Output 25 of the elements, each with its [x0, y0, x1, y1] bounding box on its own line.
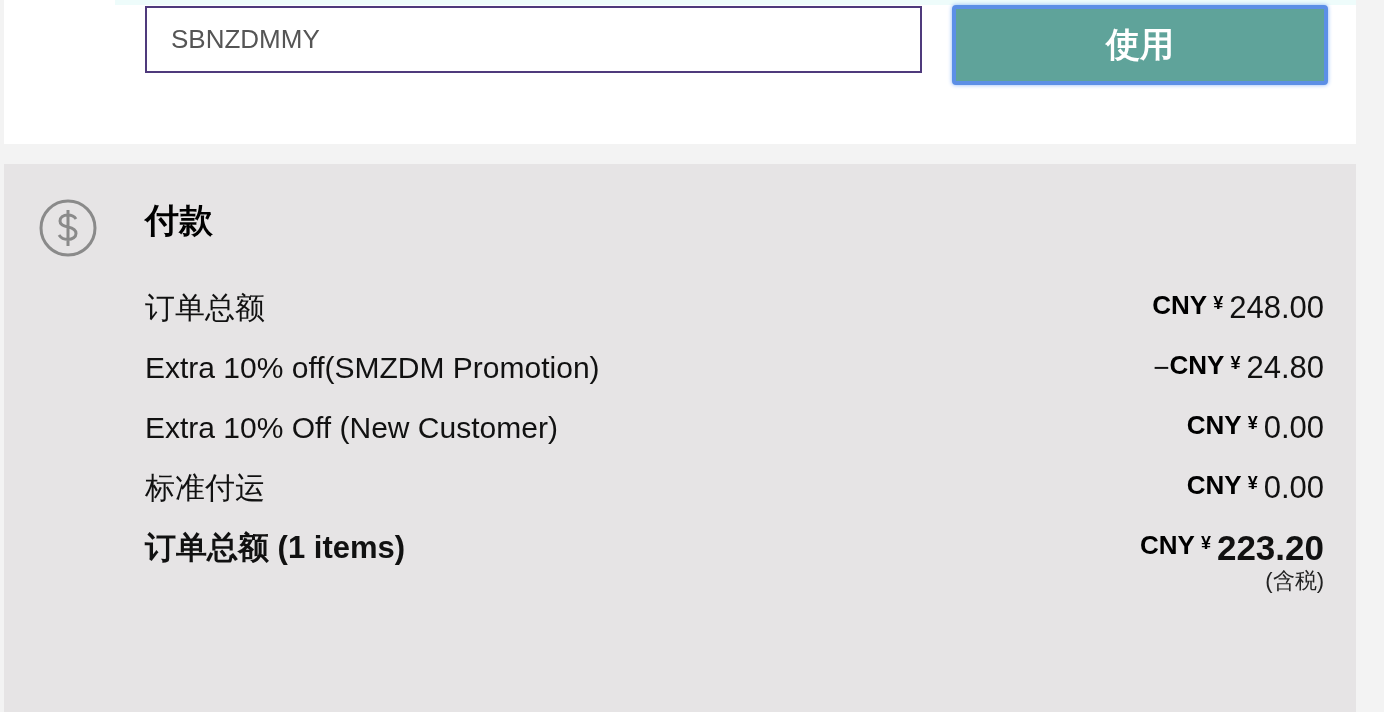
currency-symbol: ¥	[1200, 532, 1211, 555]
line-label: 订单总额 (1 items)	[145, 529, 406, 567]
currency-symbol: ¥	[1247, 412, 1258, 435]
currency-code: CNY	[1169, 349, 1225, 382]
coupon-field[interactable]: SBNZDMMY	[145, 6, 922, 73]
amount: 248.00	[1229, 289, 1324, 327]
currency-code: CNY	[1152, 289, 1208, 322]
currency-symbol: ¥	[1230, 352, 1241, 375]
line-label: 标准付运	[145, 470, 265, 506]
amount: 24.80	[1246, 349, 1324, 387]
line-label: Extra 10% off(SMZDM Promotion)	[145, 350, 600, 386]
line-label: Extra 10% Off (New Customer)	[145, 410, 558, 446]
payment-title: 付款	[145, 200, 214, 241]
line-label: 订单总额	[145, 290, 265, 326]
currency-code: CNY	[1186, 409, 1242, 442]
currency-code: CNY	[1140, 529, 1195, 562]
tax-note: (含税)	[1265, 568, 1324, 594]
minus-sign: −	[1153, 351, 1170, 385]
currency-symbol: ¥	[1213, 292, 1224, 315]
amount: 0.00	[1263, 409, 1324, 447]
dollar-icon	[38, 198, 98, 258]
amount: 223.20	[1216, 528, 1324, 568]
amount: 0.00	[1263, 469, 1324, 507]
currency-symbol: ¥	[1247, 472, 1258, 495]
currency-code: CNY	[1186, 469, 1242, 502]
